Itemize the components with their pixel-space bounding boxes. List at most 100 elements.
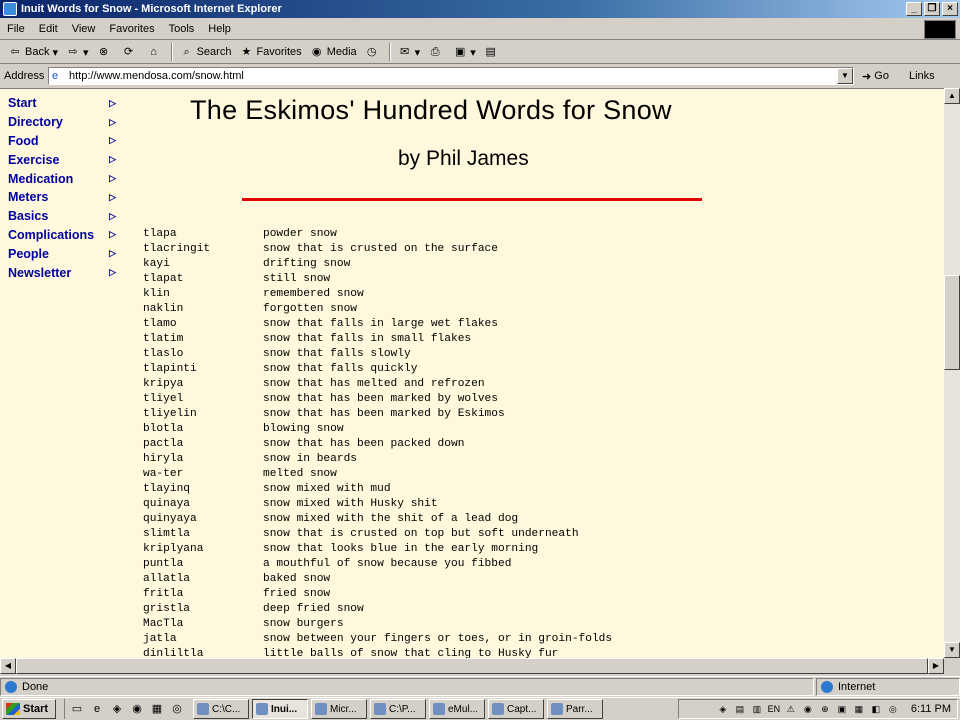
word-row: quinaya snow mixed with Husky shit xyxy=(143,497,612,512)
tray-icon[interactable]: ◎ xyxy=(886,702,900,716)
menu-help[interactable]: Help xyxy=(201,23,238,35)
tray-icon[interactable]: ◧ xyxy=(869,702,883,716)
windows-logo-icon xyxy=(924,20,956,39)
forward-arrow-icon: ⇨ xyxy=(68,46,78,58)
inuit-word: tliyelin xyxy=(143,408,197,420)
task-button[interactable]: eMul... xyxy=(429,699,485,719)
edit-icon: ▣ xyxy=(454,46,466,58)
triangle-right-icon: ▷ xyxy=(109,154,116,165)
tray-icon[interactable]: ◈ xyxy=(716,702,730,716)
quicklaunch-icon[interactable]: ◉ xyxy=(129,701,145,717)
minimize-button[interactable]: _ xyxy=(906,2,922,16)
discuss-icon: ▤ xyxy=(485,46,496,58)
nav-item-newsletter[interactable]: Newsletter ▷ xyxy=(8,263,116,282)
go-button[interactable]: ➜ Go xyxy=(862,70,889,83)
stop-button[interactable]: ⊗ xyxy=(93,42,118,62)
tray-icon[interactable]: ▣ xyxy=(835,702,849,716)
inuit-word: allatla xyxy=(143,573,190,585)
edit-button[interactable]: ▣ ▾ xyxy=(449,42,480,62)
menu-view[interactable]: View xyxy=(65,23,103,35)
menu-bar: File Edit View Favorites Tools Help xyxy=(0,19,960,40)
browser-window: Inuit Words for Snow - Microsoft Interne… xyxy=(0,0,960,720)
scroll-up-button[interactable]: ▲ xyxy=(944,88,960,104)
quicklaunch-icon[interactable]: ◈ xyxy=(109,701,125,717)
nav-item-directory[interactable]: Directory ▷ xyxy=(8,113,116,132)
warning-icon[interactable]: ⚠ xyxy=(784,702,798,716)
links-button[interactable]: Links xyxy=(909,70,935,82)
vertical-scroll-thumb[interactable] xyxy=(944,275,960,370)
word-row: gristla deep fried snow xyxy=(143,602,612,617)
search-button[interactable]: ⌕ Search xyxy=(176,42,236,62)
capture-icon xyxy=(492,703,504,715)
quicklaunch-icon[interactable]: ◎ xyxy=(169,701,185,717)
word-meaning: snow mixed with the shit of a lead dog xyxy=(263,513,519,525)
menu-file[interactable]: File xyxy=(0,23,32,35)
task-button[interactable]: Parr... xyxy=(547,699,603,719)
menu-edit[interactable]: Edit xyxy=(32,23,65,35)
word-row: MacTla snow burgers xyxy=(143,617,612,632)
refresh-button[interactable]: ⟳ xyxy=(118,42,143,62)
back-button[interactable]: ⇦ Back ▾ xyxy=(4,42,62,62)
nav-item-meters[interactable]: Meters ▷ xyxy=(8,188,116,207)
tray-icon[interactable]: ◉ xyxy=(801,702,815,716)
start-button[interactable]: Start xyxy=(2,699,56,719)
antivirus-icon[interactable]: ⊕ xyxy=(818,702,832,716)
word-meaning: forgotten snow xyxy=(263,303,357,315)
task-button[interactable]: Micr... xyxy=(311,699,367,719)
tray-icon[interactable]: ▥ xyxy=(750,702,764,716)
inuit-word: tlayinq xyxy=(143,483,190,495)
pdf-icon xyxy=(551,703,563,715)
favorites-button[interactable]: ★ Favorites xyxy=(235,42,305,62)
quicklaunch-ie-icon[interactable]: e xyxy=(89,701,105,717)
triangle-right-icon: ▷ xyxy=(109,135,116,146)
word-row: tliyelin snow that has been marked by Esk… xyxy=(143,407,612,422)
word-meaning: snow mixed with mud xyxy=(263,483,391,495)
nav-item-food[interactable]: Food ▷ xyxy=(8,132,116,151)
task-button[interactable]: C:\P... xyxy=(370,699,426,719)
quicklaunch-icon[interactable]: ▦ xyxy=(149,701,165,717)
nav-item-exercise[interactable]: Exercise ▷ xyxy=(8,150,116,169)
folder-icon xyxy=(197,703,209,715)
history-button[interactable]: ◷ xyxy=(361,42,386,62)
vertical-scrollbar[interactable]: ▲ ▼ xyxy=(944,88,960,658)
print-icon: ⎙ xyxy=(430,46,440,58)
inuit-word: dinliltla xyxy=(143,648,204,658)
nav-item-complications[interactable]: Complications ▷ xyxy=(8,226,116,245)
task-button-active[interactable]: Inui... xyxy=(252,699,308,719)
word-row: tlapa powder snow xyxy=(143,227,612,242)
scroll-left-button[interactable]: ◀ xyxy=(0,658,16,674)
maximize-button[interactable]: ❐ xyxy=(924,2,940,16)
mail-button[interactable]: ✉ ▾ xyxy=(394,42,425,62)
tray-icon[interactable]: ▦ xyxy=(852,702,866,716)
nav-item-start[interactable]: Start ▷ xyxy=(8,94,116,113)
tray-icon[interactable]: ▤ xyxy=(733,702,747,716)
back-arrow-icon: ⇦ xyxy=(10,46,20,58)
address-input[interactable]: e http://www.mendosa.com/snow.html ▼ xyxy=(48,67,854,85)
discuss-button[interactable]: ▤ xyxy=(480,42,505,62)
print-button[interactable]: ⎙ xyxy=(424,42,449,62)
toolbar-separator xyxy=(388,43,391,61)
word-meaning: snow in beards xyxy=(263,453,357,465)
menu-favorites[interactable]: Favorites xyxy=(102,23,161,35)
home-button[interactable]: ⌂ xyxy=(143,42,168,62)
close-button[interactable]: × xyxy=(942,2,958,16)
taskbar: Start ▭ e ◈ ◉ ▦ ◎ C:\C... Inui... Micr..… xyxy=(0,697,960,720)
address-dropdown-icon[interactable]: ▼ xyxy=(837,68,853,84)
media-button[interactable]: ◉ Media xyxy=(306,42,361,62)
quicklaunch-icon[interactable]: ▭ xyxy=(69,701,85,717)
scroll-down-button[interactable]: ▼ xyxy=(944,642,960,658)
scroll-right-button[interactable]: ▶ xyxy=(928,658,944,674)
horizontal-scroll-thumb[interactable] xyxy=(16,658,928,674)
forward-button[interactable]: ⇨ ▾ xyxy=(62,42,93,62)
nav-item-people[interactable]: People ▷ xyxy=(8,244,116,263)
nav-item-medication[interactable]: Medication ▷ xyxy=(8,169,116,188)
word-meaning: snow that looks blue in the early mornin… xyxy=(263,543,539,555)
menu-tools[interactable]: Tools xyxy=(162,23,202,35)
zone-text: Internet xyxy=(838,680,876,693)
task-button[interactable]: C:\C... xyxy=(193,699,249,719)
tray-language-icon[interactable]: EN xyxy=(767,702,781,716)
nav-item-basics[interactable]: Basics ▷ xyxy=(8,207,116,226)
horizontal-scrollbar[interactable]: ◀ ▶ xyxy=(0,658,944,674)
triangle-right-icon: ▷ xyxy=(109,97,116,108)
task-button[interactable]: Capt... xyxy=(488,699,544,719)
